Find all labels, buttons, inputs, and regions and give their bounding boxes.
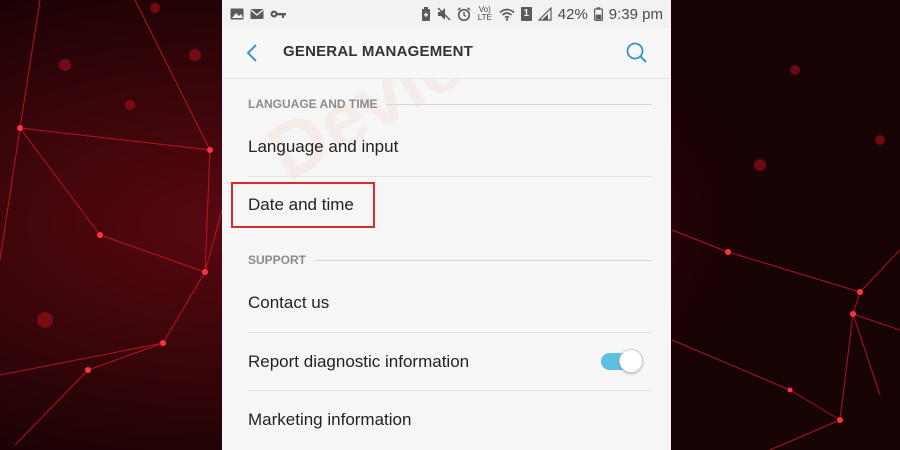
sim-icon: 1 <box>520 7 532 21</box>
menu-item-language-and-input[interactable]: Language and input <box>222 118 671 176</box>
status-bar-left <box>230 8 286 20</box>
menu-item-label: Marketing information <box>248 410 412 429</box>
phone-screen: DeviceTricks Vo) LTE 1 42% 9:39 pm GENER… <box>222 0 671 450</box>
toggle-knob <box>619 349 643 373</box>
section-divider-line <box>385 103 652 105</box>
section-header-language-and-time: LANGUAGE AND TIME <box>248 97 652 111</box>
sim-label: 1 <box>523 8 530 19</box>
section-header-label: LANGUAGE AND TIME <box>248 97 378 111</box>
menu-item-label: Language and input <box>248 137 399 156</box>
menu-item-marketing-information[interactable]: Marketing information <box>222 391 671 449</box>
highlight-box <box>231 182 375 228</box>
page-title: GENERAL MANAGEMENT <box>283 43 473 60</box>
back-arrow-icon[interactable] <box>240 40 266 66</box>
battery-icon <box>593 7 603 21</box>
mute-icon <box>437 7 451 21</box>
app-bar: GENERAL MANAGEMENT <box>222 28 671 79</box>
image-icon <box>230 8 244 20</box>
section-divider-line <box>314 259 652 261</box>
volte-icon: Vo) LTE <box>477 6 493 22</box>
mail-icon <box>250 9 264 19</box>
report-diagnostic-toggle[interactable] <box>601 348 643 374</box>
volte-label: LTE <box>477 13 492 22</box>
signal-icon <box>537 7 552 21</box>
alarm-icon <box>457 7 471 21</box>
status-bar: Vo) LTE 1 42% 9:39 pm <box>222 0 671 28</box>
menu-item-label: Contact us <box>248 293 330 312</box>
status-bar-right: Vo) LTE 1 42% 9:39 pm <box>421 6 663 23</box>
section-header-support: SUPPORT <box>248 253 652 267</box>
clock: 9:39 pm <box>608 5 663 23</box>
menu-item-label: Report diagnostic information <box>248 352 470 371</box>
wifi-icon <box>499 8 515 21</box>
search-icon[interactable] <box>624 40 650 66</box>
section-header-label: SUPPORT <box>248 253 307 267</box>
battery-percent: 42% <box>557 5 588 23</box>
battery-saver-icon <box>421 7 430 21</box>
menu-item-contact-us[interactable]: Contact us <box>222 274 671 332</box>
key-icon <box>270 10 286 18</box>
